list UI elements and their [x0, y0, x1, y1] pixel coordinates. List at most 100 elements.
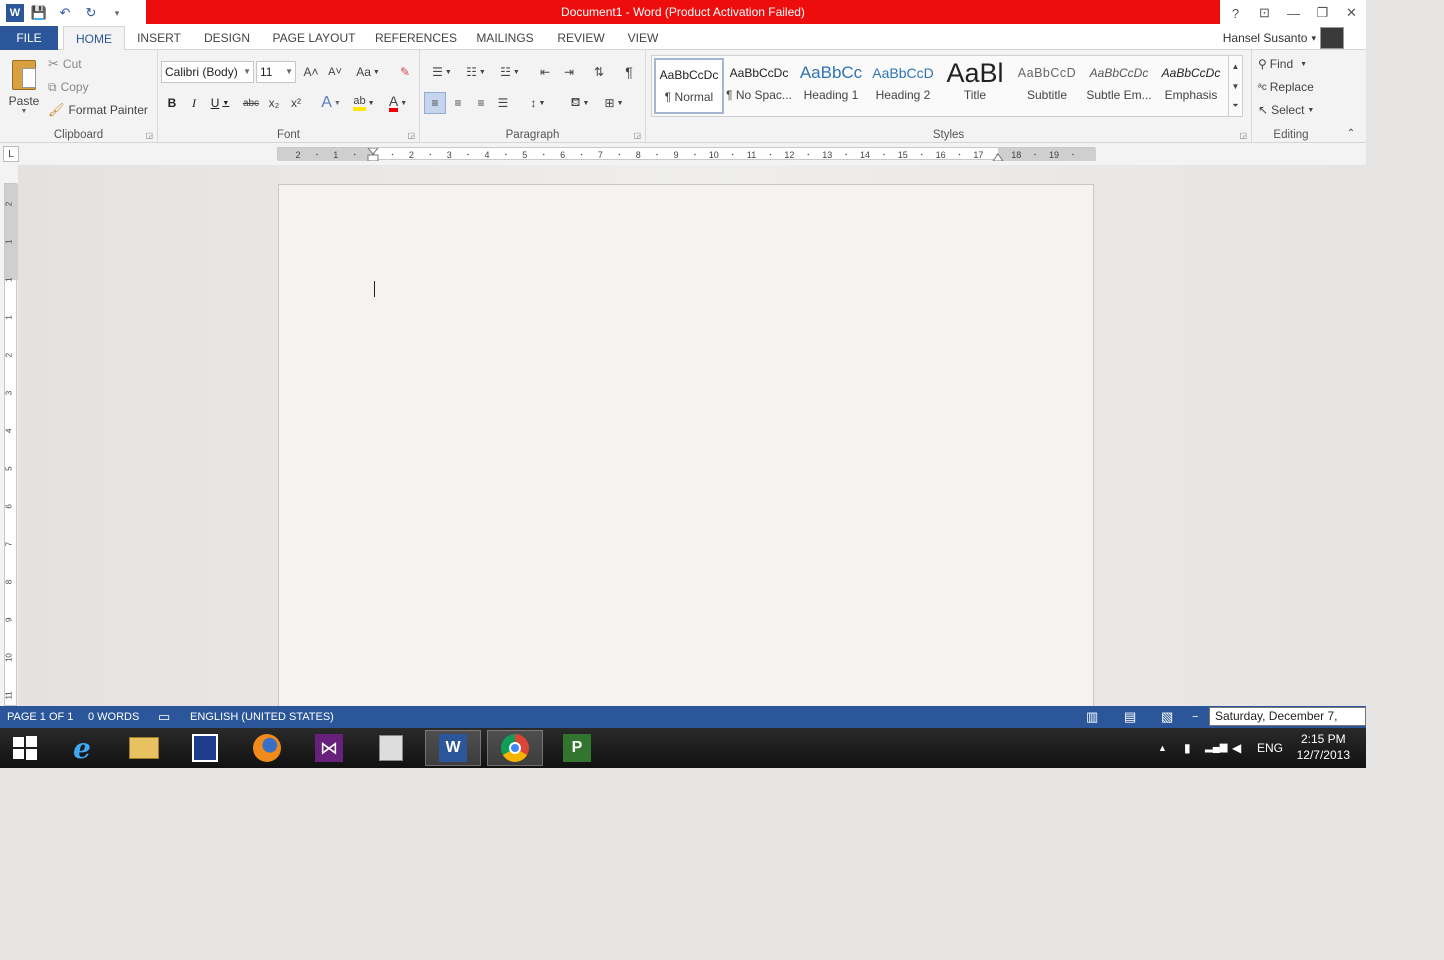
floppy-app-icon[interactable] — [177, 730, 233, 766]
font-size-combo[interactable]: 11 ▼ — [256, 61, 296, 83]
dialog-launcher-icon[interactable]: ◲ — [407, 131, 415, 140]
dialog-launcher-icon[interactable]: ◲ — [1239, 131, 1247, 140]
bold-button[interactable]: B — [163, 92, 181, 114]
ribbon-display-options-button[interactable]: ⊡ — [1250, 1, 1279, 25]
chevron-up-icon[interactable]: ▲ — [1228, 56, 1242, 76]
line-spacing-button[interactable]: ↕ ▼ — [522, 92, 554, 114]
save-icon[interactable]: 💾 — [28, 2, 50, 24]
multilevel-list-button[interactable]: ☳ ▼ — [494, 61, 526, 83]
print-layout-icon[interactable]: ▤ — [1124, 706, 1136, 728]
borders-button[interactable]: ⊞ ▼ — [598, 92, 630, 114]
tab-view[interactable]: VIEW — [620, 26, 666, 50]
horizontal-ruler[interactable]: 2112345678910111213141516171819 — [277, 147, 1096, 162]
strikethrough-button[interactable]: abc — [240, 92, 262, 114]
style-heading-2[interactable]: AaBbCcD Heading 2 — [868, 58, 938, 114]
proofing-icon[interactable]: ▭ — [158, 706, 170, 728]
font-color-button[interactable]: A ▼ — [382, 92, 414, 114]
tab-design[interactable]: DESIGN — [196, 26, 258, 50]
italic-button[interactable]: I — [185, 92, 203, 114]
page-count[interactable]: PAGE 1 OF 1 — [7, 706, 73, 728]
battery-icon[interactable]: ▮ — [1184, 728, 1191, 768]
web-layout-icon[interactable]: ▧ — [1161, 706, 1173, 728]
tab-page-layout[interactable]: PAGE LAYOUT — [268, 26, 360, 50]
find-button[interactable]: ⚲ Find ▼ — [1258, 54, 1307, 74]
word-logo-icon[interactable]: W — [6, 4, 24, 22]
gallery-more-icon[interactable]: ⏷ — [1228, 96, 1242, 116]
redo-icon[interactable]: ↻ — [80, 2, 102, 24]
dialog-launcher-icon[interactable]: ◲ — [633, 131, 641, 140]
style-no-spacing[interactable]: AaBbCcDc ¶ No Spac... — [724, 58, 794, 114]
zoom-out-icon[interactable]: − — [1192, 706, 1198, 728]
tab-review[interactable]: REVIEW — [552, 26, 610, 50]
tab-mailings[interactable]: MAILINGS — [470, 26, 540, 50]
firefox-icon[interactable] — [239, 730, 295, 766]
paste-button[interactable]: Paste ▼ — [4, 54, 44, 120]
cut-button[interactable]: ✂ Cut — [48, 54, 82, 74]
change-case-button[interactable]: Aa ▼ — [352, 61, 384, 83]
copy-button[interactable]: ⧉ Copy — [48, 77, 89, 97]
help-button[interactable]: ? — [1221, 1, 1250, 25]
align-center-icon[interactable]: ≡ — [447, 92, 469, 114]
justify-icon[interactable]: ☰ — [492, 92, 514, 114]
style-heading-1[interactable]: AaBbCc Heading 1 — [796, 58, 866, 114]
customize-qat-icon[interactable]: ▾ — [106, 2, 128, 24]
shading-button[interactable]: ⛾ ▼ — [564, 92, 596, 114]
dialog-launcher-icon[interactable]: ◲ — [145, 131, 153, 140]
internet-explorer-icon[interactable]: e — [54, 730, 110, 766]
clear-formatting-button[interactable]: ✎ — [394, 61, 416, 83]
close-button[interactable]: ✕ — [1337, 1, 1366, 25]
decrease-indent-icon[interactable]: ⇤ — [534, 61, 556, 83]
align-right-icon[interactable]: ≡ — [470, 92, 492, 114]
grow-font-button[interactable]: A˄ — [300, 61, 322, 83]
network-icon[interactable]: ▂▄▆ — [1205, 728, 1227, 768]
style-emphasis[interactable]: AaBbCcDc Emphasis — [1156, 58, 1226, 114]
visual-studio-icon[interactable]: ⋈ — [301, 730, 357, 766]
tab-file[interactable]: FILE — [0, 26, 58, 50]
document-page[interactable] — [278, 184, 1094, 714]
tab-selector[interactable]: L — [3, 146, 19, 162]
bullets-button[interactable]: ☰ ▼ — [426, 61, 458, 83]
increase-indent-icon[interactable]: ⇥ — [558, 61, 580, 83]
restore-button[interactable]: ❐ — [1308, 1, 1337, 25]
format-painter-button[interactable]: 🖌 Format Painter — [48, 100, 148, 120]
project-icon[interactable]: P — [549, 730, 605, 766]
style-subtle-emphasis[interactable]: AaBbCcDc Subtle Em... — [1084, 58, 1154, 114]
text-effects-button[interactable]: A ▼ — [316, 92, 346, 114]
select-button[interactable]: ↖ Select ▼ — [1258, 100, 1314, 120]
volume-icon[interactable]: ◀ — [1232, 728, 1241, 768]
tab-home[interactable]: HOME — [63, 26, 125, 51]
chevron-down-icon[interactable]: ▼ — [1228, 76, 1242, 96]
collapse-ribbon-icon[interactable]: ⌃ — [1344, 126, 1358, 140]
tool-app-icon[interactable] — [363, 730, 419, 766]
file-explorer-icon[interactable] — [116, 730, 172, 766]
undo-icon[interactable]: ↶ — [54, 2, 76, 24]
word-icon[interactable]: W — [425, 730, 481, 766]
style-normal[interactable]: AaBbCcDc ¶ Normal — [654, 58, 724, 114]
language-status[interactable]: ENGLISH (UNITED STATES) — [190, 706, 334, 728]
shrink-font-button[interactable]: A˅ — [324, 61, 346, 83]
system-clock[interactable]: 2:15 PM 12/7/2013 — [1297, 731, 1350, 763]
underline-button[interactable]: U ▼ — [207, 92, 233, 114]
style-subtitle[interactable]: AaBbCcD Subtitle — [1012, 58, 1082, 114]
highlight-button[interactable]: ab ▼ — [348, 92, 380, 114]
input-language[interactable]: ENG — [1257, 728, 1283, 768]
numbering-button[interactable]: ☷ ▼ — [460, 61, 492, 83]
chrome-icon[interactable] — [487, 730, 543, 766]
minimize-button[interactable]: — — [1279, 1, 1308, 25]
sort-icon[interactable]: ⇅ — [588, 61, 610, 83]
subscript-button[interactable]: x₂ — [264, 92, 284, 114]
align-left-icon[interactable]: ≡ — [424, 92, 446, 114]
superscript-button[interactable]: x² — [286, 92, 306, 114]
vertical-ruler[interactable]: 2 1 1 1 2 3 4 5 6 7 8 9 10 11 — [4, 183, 18, 706]
read-mode-icon[interactable]: ▥ — [1086, 706, 1098, 728]
indent-marker[interactable] — [366, 147, 380, 162]
tab-references[interactable]: REFERENCES — [374, 26, 458, 50]
style-title[interactable]: AaBl Title — [940, 58, 1010, 114]
replace-button[interactable]: ᵃc Replace — [1258, 77, 1314, 97]
show-formatting-marks-button[interactable]: ¶ — [618, 61, 640, 83]
word-count[interactable]: 0 WORDS — [88, 706, 139, 728]
show-hidden-icons-icon[interactable]: ▲ — [1158, 728, 1167, 768]
user-account[interactable]: Hansel Susanto ▾ — [1223, 26, 1344, 50]
tab-insert[interactable]: INSERT — [130, 26, 188, 50]
start-icon[interactable] — [0, 730, 50, 766]
